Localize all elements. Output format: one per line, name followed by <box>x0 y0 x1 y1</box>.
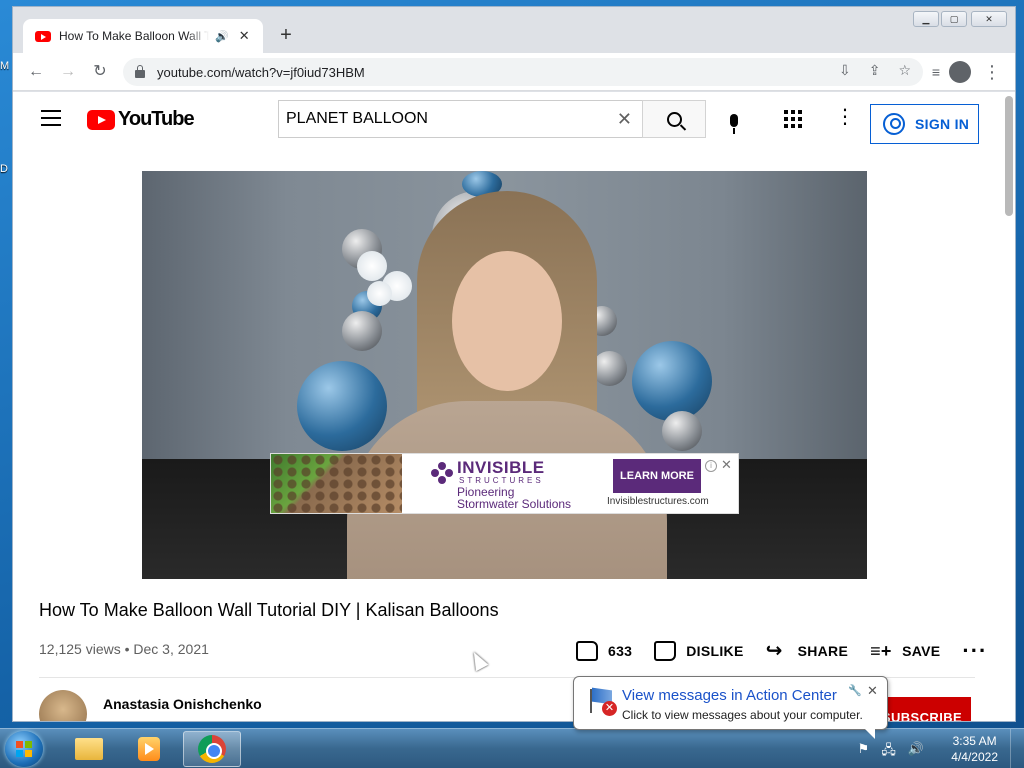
bookmark-star-icon[interactable]: ☆ <box>898 62 911 79</box>
install-app-icon[interactable]: ⇩ <box>839 62 851 79</box>
ad-close-icon[interactable]: ✕ <box>721 457 732 473</box>
media-controls-icon[interactable]: ≡ <box>923 59 949 85</box>
like-count: 633 <box>608 643 633 659</box>
video-title: How To Make Balloon Wall Tutorial DIY | … <box>39 600 499 620</box>
youtube-logo[interactable]: YouTube <box>87 108 195 131</box>
show-desktop-button[interactable] <box>1010 729 1024 768</box>
network-icon[interactable]: 🖧 <box>881 741 896 763</box>
desktop-icon-label-sliver: M <box>0 60 10 72</box>
youtube-header: YouTube PLANET BALLOON ✕ ⋮ SIGN IN <box>13 92 1001 148</box>
video-actions: 633 DISLIKE ↪ SHARE ≡+ SAVE ··· <box>576 634 1009 668</box>
ad-tagline-2: Stormwater Solutions <box>457 497 572 511</box>
video-player[interactable]: INVISIBLE STRUCTURES Pioneering Stormwat… <box>142 171 867 579</box>
chrome-icon <box>198 735 226 763</box>
profile-avatar-icon[interactable] <box>949 61 971 83</box>
ad-learn-more-button[interactable]: LEARN MORE <box>613 459 701 493</box>
browser-menu-icon[interactable]: ⋮ <box>983 59 1001 85</box>
minimize-button[interactable]: ▁ <box>913 11 939 27</box>
search-button[interactable] <box>642 100 706 138</box>
overlay-ad[interactable]: INVISIBLE STRUCTURES Pioneering Stormwat… <box>270 453 739 514</box>
ad-brand-name: INVISIBLE <box>457 458 545 477</box>
notification-body: Click to view messages about your comput… <box>622 708 863 722</box>
close-window-button[interactable]: ✕ <box>971 11 1007 27</box>
more-actions-icon[interactable]: ··· <box>962 640 987 662</box>
action-center-flag-icon: ✕ <box>586 687 617 717</box>
browser-tab[interactable]: How To Make Balloon Wall Tutorial DIY | … <box>23 19 263 53</box>
forward-button[interactable]: → <box>55 59 81 85</box>
clear-search-icon[interactable]: ✕ <box>617 109 632 130</box>
address-bar[interactable]: youtube.com/watch?v=jf0iud73HBM ⇩ ⇪ ☆ <box>123 58 923 86</box>
clock-time: 3:35 AM <box>952 734 997 748</box>
back-button[interactable]: ← <box>23 59 49 85</box>
video-meta: 12,125 views • Dec 3, 2021 <box>39 641 209 657</box>
audio-playing-icon[interactable]: 🔊 <box>215 30 229 43</box>
search-icon <box>666 111 682 127</box>
start-button[interactable] <box>5 731 43 767</box>
clock-date: 4/4/2022 <box>951 750 998 764</box>
notification-close-icon[interactable]: ✕ <box>867 683 878 699</box>
desktop-icon-label-sliver: D <box>0 163 8 175</box>
taskbar-clock[interactable]: 3:35 AM 4/4/2022 <box>951 733 998 765</box>
add-to-playlist-icon: ≡+ <box>870 641 892 661</box>
notification-options-icon[interactable]: 🔧 <box>848 684 862 697</box>
page-viewport: YouTube PLANET BALLOON ✕ ⋮ SIGN IN INVIS… <box>13 92 1015 721</box>
page-scrollbar[interactable] <box>1005 96 1013 216</box>
settings-more-icon[interactable]: ⋮ <box>835 107 855 127</box>
menu-hamburger-icon[interactable] <box>41 110 61 126</box>
share-button[interactable]: ↪ SHARE <box>766 641 849 661</box>
youtube-play-logo-icon <box>87 109 115 130</box>
windows-logo-icon <box>16 741 32 757</box>
new-tab-button[interactable]: + <box>275 23 297 47</box>
notification-title[interactable]: View messages in Action Center <box>622 687 837 704</box>
search-query-text[interactable]: PLANET BALLOON <box>286 110 428 128</box>
action-center-tray-icon[interactable]: ⚑ <box>858 741 870 763</box>
chrome-window: How To Make Balloon Wall Tutorial DIY | … <box>12 6 1016 722</box>
browser-toolbar: ← → ↻ youtube.com/watch?v=jf0iud73HBM ⇩ … <box>13 53 1015 91</box>
ad-product-image <box>271 454 402 513</box>
ad-brand-logo-icon <box>431 462 453 484</box>
url-text[interactable]: youtube.com/watch?v=jf0iud73HBM <box>157 65 365 80</box>
taskbar-media-player[interactable] <box>120 731 178 767</box>
like-button[interactable]: 633 <box>576 641 632 661</box>
ad-info-icon[interactable]: i <box>705 460 717 472</box>
sign-in-label: SIGN IN <box>915 116 970 132</box>
presenter <box>347 191 667 579</box>
taskbar-chrome[interactable] <box>183 731 241 767</box>
apps-grid-icon[interactable] <box>784 110 802 128</box>
system-tray: ⚑ 🖧 🔊 <box>858 741 924 763</box>
taskbar-explorer[interactable] <box>60 731 118 767</box>
save-button[interactable]: ≡+ SAVE <box>870 641 940 661</box>
youtube-favicon-icon <box>35 30 51 42</box>
account-icon <box>883 113 905 135</box>
reload-button[interactable]: ↻ <box>87 59 113 85</box>
voice-search-mic-icon[interactable] <box>724 114 744 140</box>
ad-brand-subtitle: STRUCTURES <box>459 476 544 485</box>
tab-strip: How To Make Balloon Wall Tutorial DIY | … <box>13 7 1015 53</box>
thumbs-down-icon <box>654 641 677 661</box>
dislike-label: DISLIKE <box>686 643 744 659</box>
channel-name[interactable]: Anastasia Onishchenko <box>103 696 262 712</box>
volume-icon[interactable]: 🔊 <box>908 741 924 763</box>
sign-in-button[interactable]: SIGN IN <box>870 104 979 144</box>
close-tab-icon[interactable]: ✕ <box>239 28 250 44</box>
share-label: SHARE <box>797 643 849 659</box>
lock-icon[interactable] <box>135 65 145 78</box>
folder-icon <box>75 738 103 760</box>
maximize-button[interactable]: ▢ <box>941 11 967 27</box>
youtube-wordmark: YouTube <box>118 108 195 130</box>
search-input[interactable]: PLANET BALLOON ✕ <box>278 100 642 138</box>
video-frame <box>142 171 867 579</box>
media-player-icon <box>138 737 160 761</box>
share-arrow-icon: ↪ <box>765 640 783 662</box>
ad-url[interactable]: Invisiblestructures.com <box>607 496 709 507</box>
share-page-icon[interactable]: ⇪ <box>869 62 881 79</box>
action-center-notification[interactable]: ✕ View messages in Action Center Click t… <box>573 676 888 739</box>
dislike-button[interactable]: DISLIKE <box>654 641 743 661</box>
thumbs-up-icon <box>576 641 598 661</box>
tab-title: How To Make Balloon Wall Tutorial DIY | … <box>59 29 209 43</box>
channel-avatar[interactable] <box>39 690 87 721</box>
save-label: SAVE <box>902 643 941 659</box>
